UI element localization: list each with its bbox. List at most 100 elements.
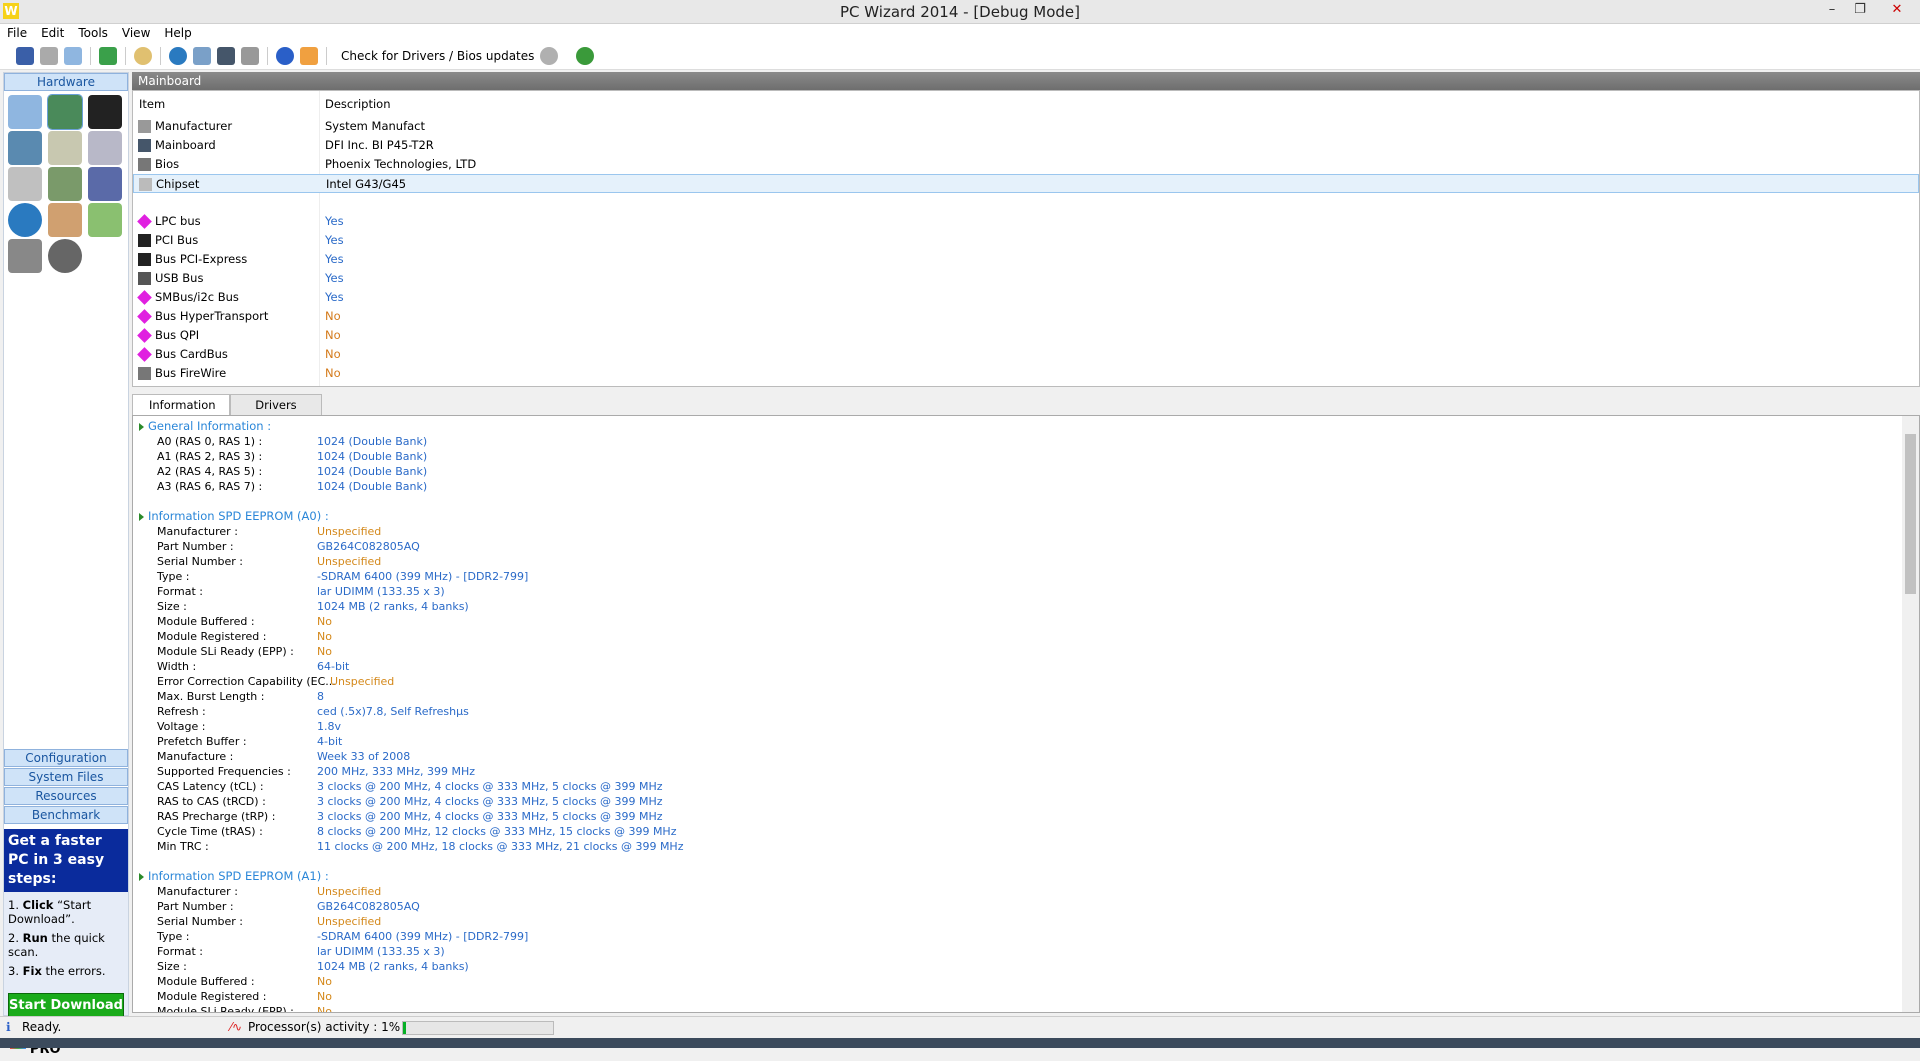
check-updates-button[interactable]: Check for Drivers / Bios updates	[341, 49, 534, 63]
table-row[interactable]: SMBus/i2c Bus Yes	[133, 288, 1919, 307]
bios-search-icon[interactable]	[576, 46, 595, 65]
info-value: Unspecified	[317, 525, 382, 538]
drives-icon[interactable]	[88, 131, 122, 165]
info-label: Module Buffered :	[157, 615, 255, 628]
battery-icon[interactable]	[88, 203, 122, 237]
printer-icon[interactable]	[8, 167, 42, 201]
section-header[interactable]: General Information :	[148, 419, 271, 434]
computer-icon[interactable]	[193, 46, 211, 65]
devices-icon[interactable]	[48, 167, 82, 201]
tab-drivers[interactable]: Drivers	[230, 394, 322, 415]
info-label: Module Buffered :	[157, 975, 255, 988]
info-label: A1 (RAS 2, RAS 3) :	[157, 450, 263, 463]
ports-icon[interactable]	[48, 131, 82, 165]
table-row[interactable]: PCI Bus Yes	[133, 231, 1919, 250]
row-item: USB Bus	[155, 271, 204, 285]
info-value: -SDRAM 6400 (399 MHz) - [DDR2-799]	[317, 930, 529, 943]
row-description: Yes	[325, 252, 344, 266]
section-header[interactable]: Information SPD EEPROM (A1) :	[148, 869, 329, 884]
table-row[interactable]: Bus QPI No	[133, 326, 1919, 345]
close-button[interactable]: ✕	[1874, 0, 1920, 20]
processor-icon[interactable]	[88, 95, 122, 129]
expand-arrow-icon[interactable]	[139, 423, 144, 431]
expand-arrow-icon[interactable]	[139, 873, 144, 881]
expand-arrow-icon[interactable]	[139, 513, 144, 521]
mainboard-icon[interactable]	[47, 94, 83, 130]
column-header-item[interactable]: Item	[139, 95, 165, 114]
menu-tools[interactable]: Tools	[71, 24, 115, 42]
menu-view[interactable]: View	[115, 24, 157, 42]
row-description: No	[325, 328, 341, 342]
row-item: Bus PCI-Express	[155, 252, 248, 266]
table-row[interactable]: USB Bus Yes	[133, 269, 1919, 288]
table-row[interactable]: LPC bus Yes	[133, 212, 1919, 231]
table-row[interactable]: Bios Phoenix Technologies, LTD	[133, 155, 1919, 174]
info-label: Refresh :	[157, 705, 206, 718]
table-row[interactable]: Mainboard DFI Inc. BI P45-T2R	[133, 136, 1919, 155]
print-icon[interactable]	[40, 46, 58, 65]
bus-icon	[138, 272, 151, 285]
table-row[interactable]: Bus CardBus No	[133, 345, 1919, 364]
info-value: -SDRAM 6400 (399 MHz) - [DDR2-799]	[317, 570, 529, 583]
minimize-button[interactable]: –	[1818, 0, 1846, 20]
info-value: No	[317, 645, 332, 658]
driver-search-icon[interactable]	[540, 46, 559, 65]
network-icon[interactable]	[8, 203, 42, 237]
info-value: No	[317, 615, 332, 628]
mainboard-icon[interactable]	[217, 46, 235, 65]
info-label: Type :	[157, 570, 190, 583]
home-icon[interactable]	[300, 46, 318, 65]
help-icon[interactable]	[276, 46, 294, 65]
info-label: Module Registered :	[157, 990, 267, 1003]
row-description: System Manufact	[325, 119, 426, 133]
copy-icon[interactable]	[64, 46, 82, 65]
nav-benchmark[interactable]: Benchmark	[4, 806, 128, 824]
menu-edit[interactable]: Edit	[34, 24, 71, 42]
info-label: Max. Burst Length :	[157, 690, 265, 703]
tools-dropdown-icon[interactable]	[241, 46, 259, 65]
table-row[interactable]: Bus FireWire No	[133, 364, 1919, 383]
row-item: Bus HyperTransport	[155, 309, 269, 323]
column-header-description[interactable]: Description	[325, 95, 391, 114]
info-label: A3 (RAS 6, RAS 7) :	[157, 480, 263, 493]
nav-hardware[interactable]: Hardware	[4, 73, 128, 91]
component-icon	[139, 178, 152, 191]
table-row[interactable]: Bus HyperTransport No	[133, 307, 1919, 326]
system-icon[interactable]	[8, 95, 42, 129]
menu-help[interactable]: Help	[157, 24, 198, 42]
video-icon[interactable]	[8, 131, 42, 165]
row-item: SMBus/i2c Bus	[155, 290, 239, 304]
info-value: 4-bit	[317, 735, 343, 748]
table-row[interactable]: Bus PCI-Express Yes	[133, 250, 1919, 269]
peripherals-icon[interactable]	[48, 203, 82, 237]
info-value: 64-bit	[317, 660, 350, 673]
scrollbar[interactable]	[1902, 416, 1919, 1012]
info-value: Unspecified	[330, 675, 395, 688]
save-icon[interactable]	[16, 46, 34, 65]
info-label: Module SLi Ready (EPP) :	[157, 645, 294, 658]
row-description: Intel G43/G45	[326, 177, 407, 191]
storage-icon[interactable]	[8, 239, 42, 273]
nav-system-files[interactable]: System Files	[4, 768, 128, 786]
tab-information[interactable]: Information	[132, 394, 230, 415]
scrollbar-thumb[interactable]	[1905, 434, 1916, 594]
nav-configuration[interactable]: Configuration	[4, 749, 128, 767]
info-label: Error Correction Capability (EC...	[157, 675, 336, 688]
info-value: Unspecified	[317, 555, 382, 568]
network-icon[interactable]	[169, 46, 187, 65]
table-row[interactable]: Chipset Intel G43/G45	[133, 174, 1919, 193]
table-row[interactable]: Manufacturer System Manufact	[133, 117, 1919, 136]
bus-icon	[137, 347, 152, 362]
restore-button[interactable]: ❐	[1846, 0, 1874, 20]
info-value: lar UDIMM (133.35 x 3)	[317, 585, 445, 598]
section-header[interactable]: Information SPD EEPROM (A0) :	[148, 509, 329, 524]
gauge-icon[interactable]	[48, 239, 82, 273]
menu-file[interactable]: File	[0, 24, 34, 42]
row-description: Yes	[325, 290, 344, 304]
row-item: PCI Bus	[155, 233, 199, 247]
info-value: No	[317, 975, 332, 988]
search-icon[interactable]	[134, 46, 152, 65]
refresh-icon[interactable]	[99, 46, 117, 65]
nav-resources[interactable]: Resources	[4, 787, 128, 805]
audio-icon[interactable]	[88, 167, 122, 201]
